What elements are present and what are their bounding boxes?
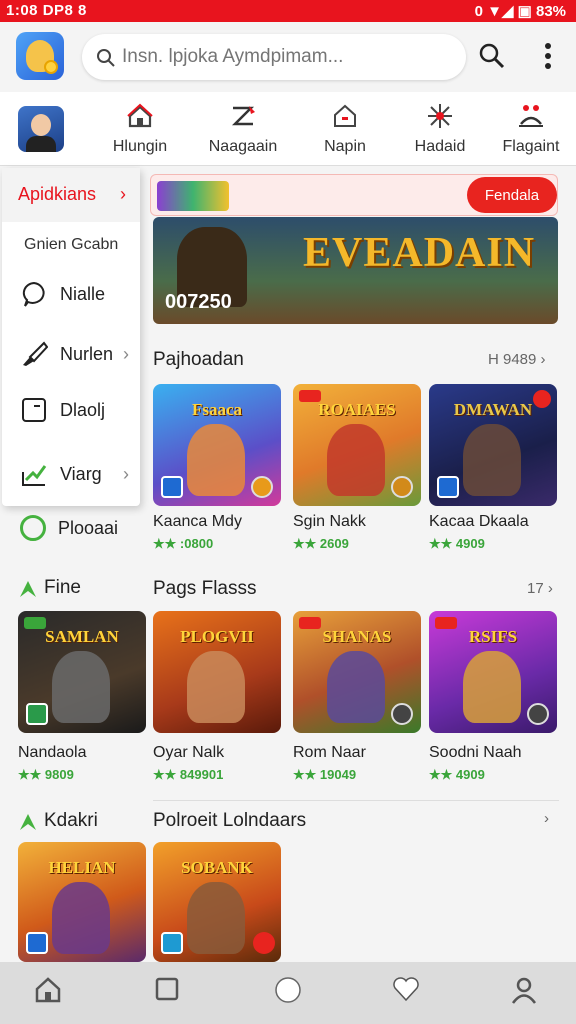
- house-outline-icon: [334, 104, 356, 127]
- tag-icon: [435, 617, 457, 629]
- game-name: Soodni Naah: [429, 744, 522, 761]
- game-name: Kacaa Dkaala: [429, 513, 529, 530]
- app-badge-icon: [26, 703, 48, 725]
- section-more-pags-flasss[interactable]: 17 ›: [527, 580, 553, 597]
- people-icon: [519, 105, 543, 127]
- game-name: Oyar Nalk: [153, 744, 225, 761]
- app-badge-icon: [437, 476, 459, 498]
- promo-strip: Fendala: [150, 174, 558, 216]
- more-vert-icon[interactable]: [540, 42, 556, 70]
- game-rating: ★★ :0800: [153, 536, 214, 551]
- section-more-polroeit[interactable]: ›: [544, 810, 549, 827]
- side-drawer: Apidkians › Gnien Gcabn Nialle Nurlen › …: [2, 168, 140, 506]
- game-card[interactable]: HELIAN: [18, 842, 146, 962]
- chevron-right-icon: ›: [123, 344, 129, 364]
- chart-up-icon: [22, 465, 47, 486]
- game-rating: ★★ 9809: [18, 767, 74, 782]
- avatar[interactable]: [18, 106, 64, 152]
- search-icon: [97, 49, 115, 67]
- document-icon: [22, 398, 46, 422]
- status-icons: 0 ▼◢ ▣ 83%: [474, 3, 566, 20]
- status-time: 1:08 DP8 8: [6, 2, 87, 19]
- app-badge-icon: [161, 476, 183, 498]
- game-card[interactable]: PLOGVII: [153, 611, 281, 733]
- game-rating: ★★ 4909: [429, 767, 485, 782]
- square-icon[interactable]: [154, 976, 180, 1002]
- section-title-pajhoadan: Pajhoadan: [153, 349, 244, 370]
- app-badge-icon: [161, 932, 183, 954]
- game-card[interactable]: SHANAS: [293, 611, 421, 733]
- tag-icon: [253, 932, 275, 954]
- drawer-subheader: Gnien Gcabn: [24, 236, 119, 253]
- game-card[interactable]: RSIFS: [429, 611, 557, 733]
- category-tabs: Hlungin Naagaain Napin Hadaid Flagaint: [0, 92, 576, 166]
- status-bar: 1:08 DP8 8 0 ▼◢ ▣ 83%: [0, 0, 576, 22]
- tab-hlungin[interactable]: Hlungin: [95, 102, 185, 156]
- circle-icon[interactable]: [274, 976, 302, 1004]
- sparkle-icon: [428, 104, 452, 128]
- chat-bubble-icon: [22, 281, 45, 307]
- tool-badge-icon: [391, 476, 413, 498]
- heart-icon[interactable]: [392, 976, 420, 1002]
- top-bar: [0, 22, 576, 92]
- leaf-icon: [20, 581, 36, 597]
- search-input[interactable]: [122, 42, 452, 72]
- tab-flagaint[interactable]: Flagaint: [486, 102, 576, 156]
- game-card[interactable]: ROAIAES: [293, 384, 421, 506]
- app-logo[interactable]: [16, 32, 64, 80]
- tab-naagaain[interactable]: Naagaain: [198, 102, 288, 156]
- game-rating: ★★ 4909: [429, 536, 485, 551]
- chevron-right-icon: ›: [123, 464, 129, 484]
- home-icon[interactable]: [34, 976, 62, 1004]
- game-rating: ★★ 2609: [293, 536, 349, 551]
- home-icon: [127, 103, 153, 128]
- game-name: Sgin Nakk: [293, 513, 366, 530]
- game-name: Kaanca Mdy: [153, 513, 242, 530]
- promo-thumbnail: [157, 181, 229, 211]
- section-title-polroeit: Polroeit Lolndaars: [153, 810, 307, 831]
- bottom-nav: [0, 962, 576, 1024]
- section-title-pags-flasss: Pags Flasss: [153, 578, 257, 599]
- tool-badge-icon: [391, 703, 413, 725]
- game-card[interactable]: DMAWAN: [429, 384, 557, 506]
- tool-badge-icon: [251, 476, 273, 498]
- tag-icon: [24, 617, 46, 629]
- search-button-icon[interactable]: [478, 42, 506, 70]
- tab-hadaid[interactable]: Hadaid: [395, 102, 485, 156]
- brush-icon: [23, 341, 48, 366]
- game-card[interactable]: SOBANK: [153, 842, 281, 962]
- game-rating: ★★ 19049: [293, 767, 357, 782]
- tag-icon: [299, 390, 321, 402]
- game-rating: ★★ 849901: [153, 767, 224, 782]
- circle-icon: [20, 515, 46, 541]
- leaf-icon: [20, 814, 36, 830]
- promo-button[interactable]: Fendala: [467, 177, 557, 213]
- section-more-pajhoadan[interactable]: H 9489 ›: [488, 351, 546, 368]
- divider: [153, 800, 559, 801]
- hero-title: EVEADAIN: [303, 230, 536, 276]
- search-box[interactable]: [82, 34, 466, 80]
- hero-banner[interactable]: EVEADAIN 007250: [153, 217, 558, 324]
- tag-icon: [299, 617, 321, 629]
- chevron-right-icon: ›: [120, 184, 126, 204]
- drawer-header[interactable]: Apidkians ›: [2, 168, 140, 222]
- game-card[interactable]: SAMLAN: [18, 611, 146, 733]
- game-name: Nandaola: [18, 744, 87, 761]
- hero-code: 007250: [165, 291, 232, 313]
- tab-napin[interactable]: Napin: [300, 102, 390, 156]
- game-name: Rom Naar: [293, 744, 366, 761]
- tag-icon: [533, 390, 551, 408]
- app-badge-icon: [26, 932, 48, 954]
- ticket-icon: [231, 106, 255, 126]
- game-card[interactable]: Fsaaca: [153, 384, 281, 506]
- profile-icon[interactable]: [510, 976, 538, 1004]
- tool-badge-icon: [527, 703, 549, 725]
